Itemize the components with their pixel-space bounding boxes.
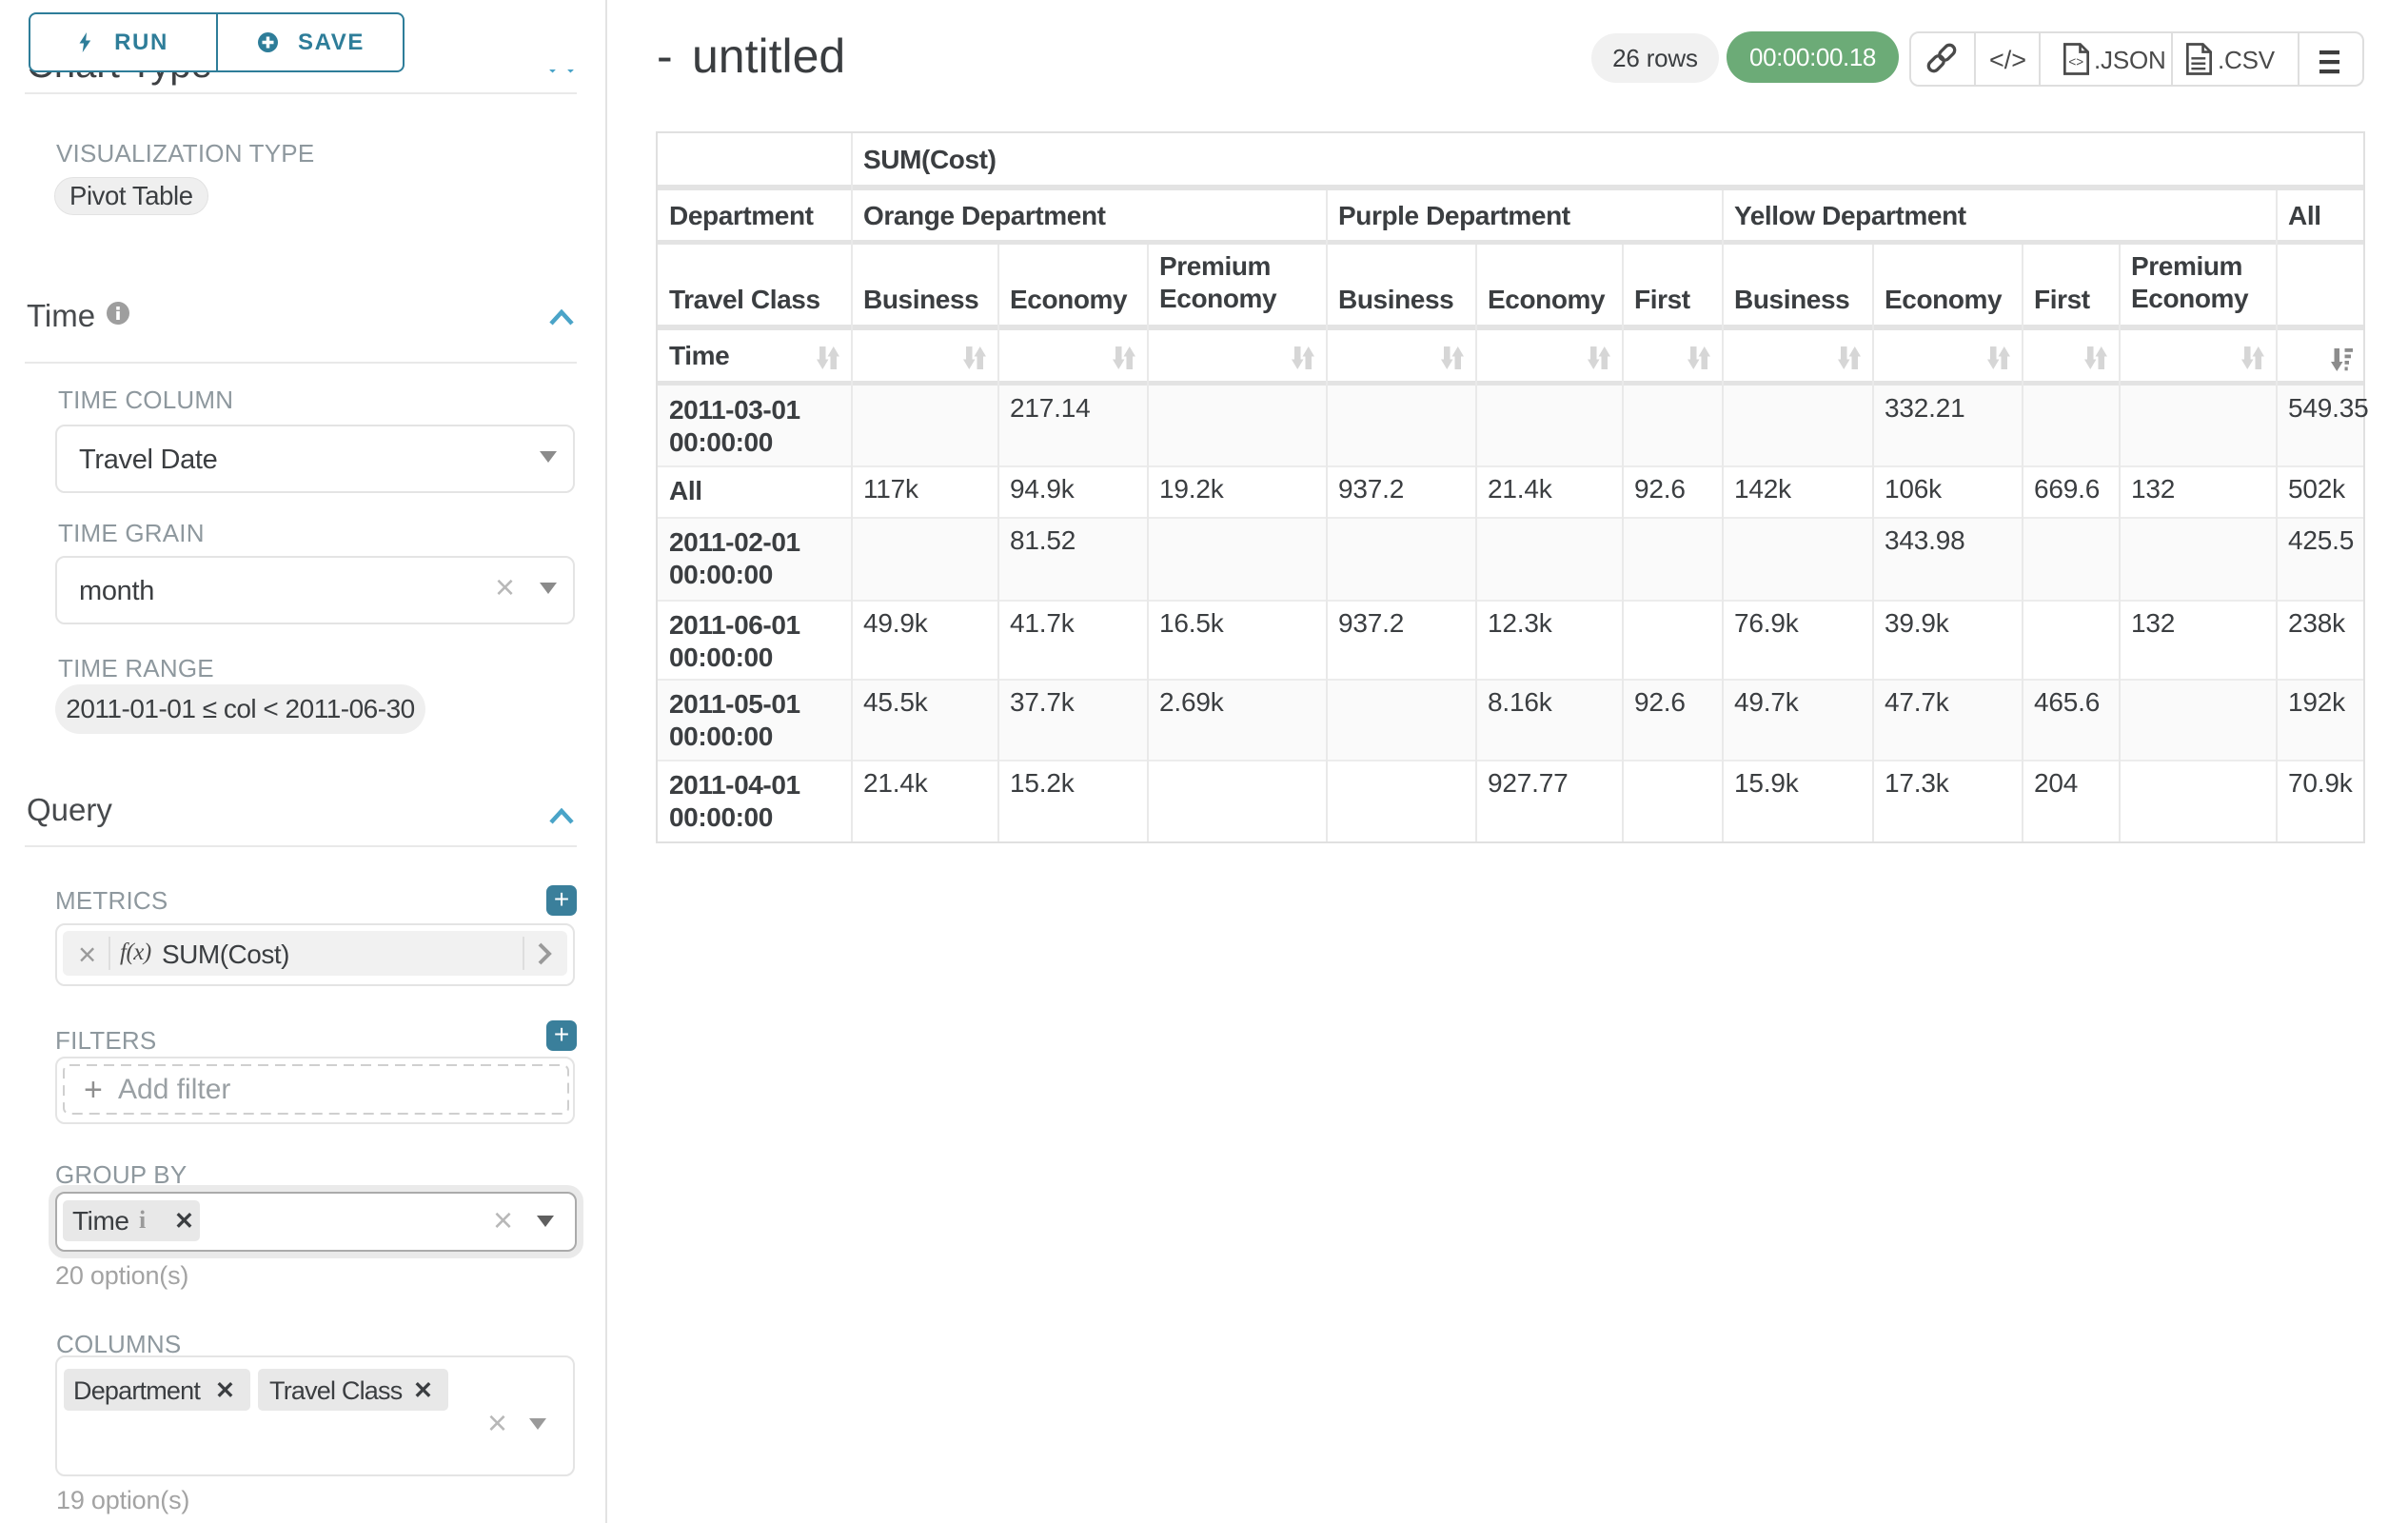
svg-text:<>: <> (2068, 54, 2083, 69)
